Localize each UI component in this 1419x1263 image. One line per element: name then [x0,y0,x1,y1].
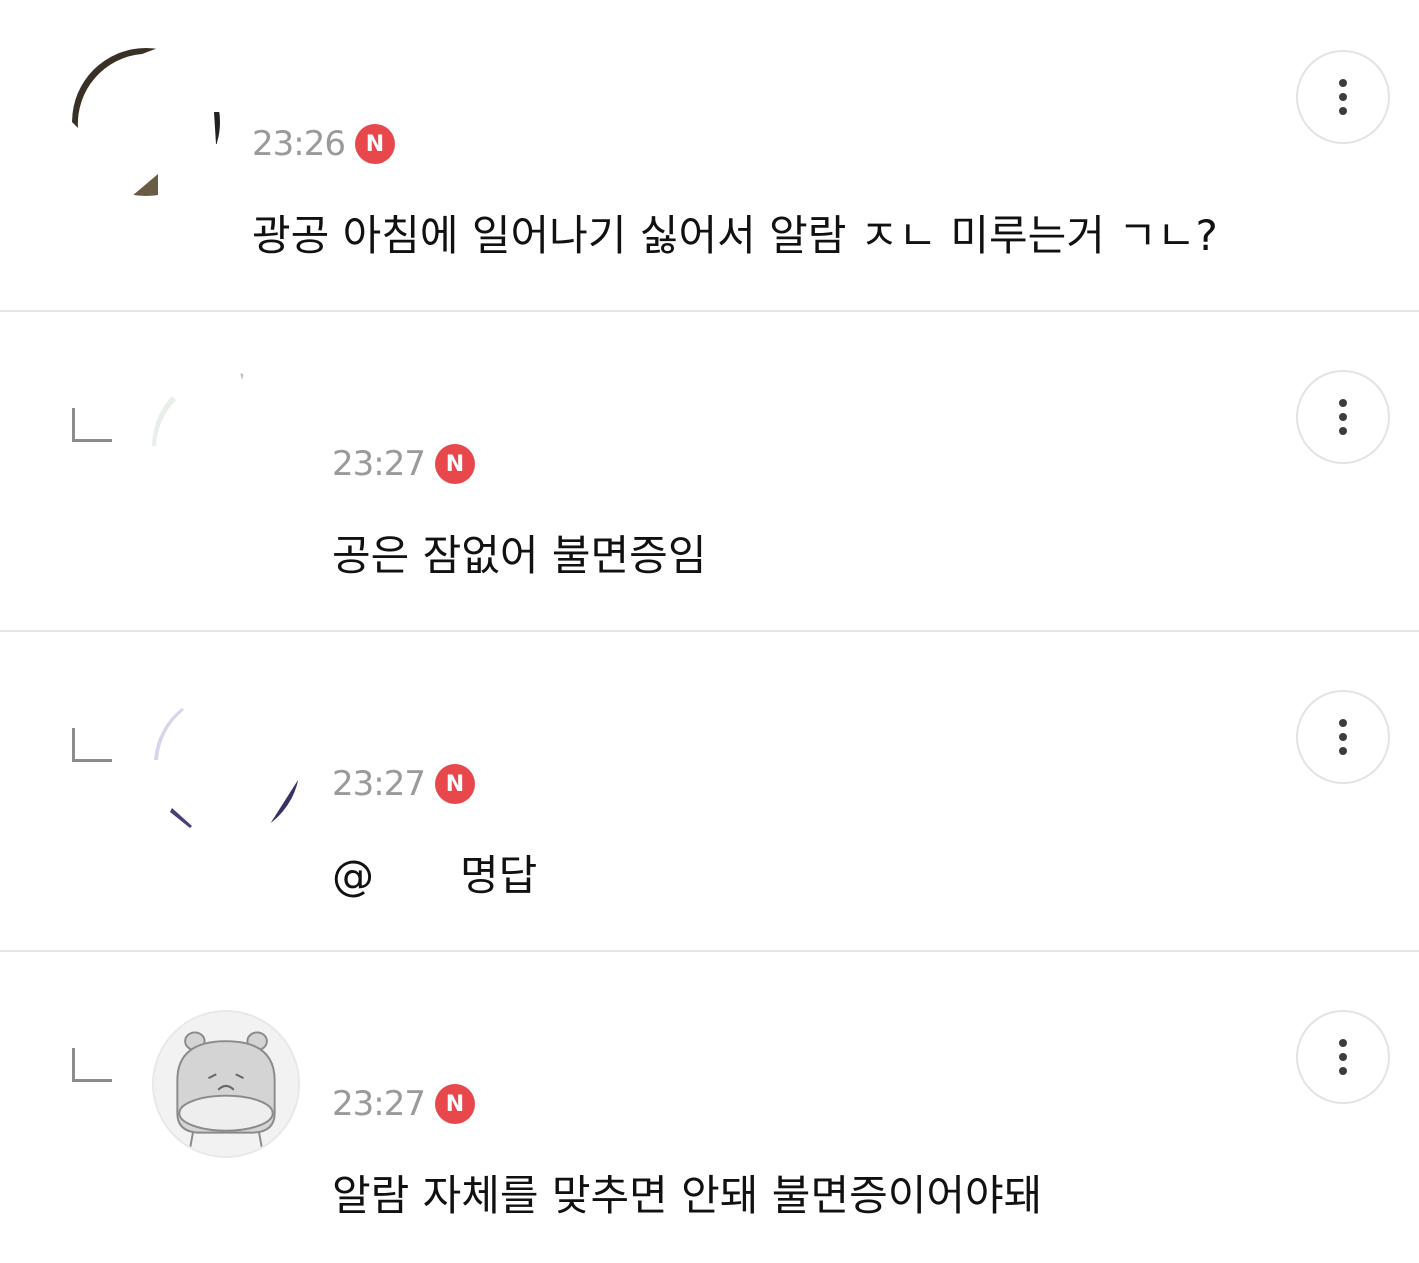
more-vertical-icon-dot [1339,427,1347,435]
comment-meta: 23:27 N [332,1082,475,1126]
reply-arrow-icon [72,728,112,762]
reply-arrow-icon [72,1048,112,1082]
avatar-image [152,372,244,446]
reply-item: 23:27 N 알람 자체를 맞추면 안돼 불면증이어야돼 [0,952,1419,1263]
comment-text: 알람 자체를 맞추면 안돼 불면증이어야돼 [332,1171,1043,1220]
hamster-avatar-icon [154,1012,298,1156]
more-vertical-icon [1339,1039,1347,1047]
avatar[interactable] [152,1010,300,1158]
comment-text: 광공 아침에 일어나기 싫어서 알람 ㅈㄴ 미루는거 ㄱㄴ? [252,211,1218,260]
comment-meta: 23:27 N [332,442,475,486]
more-options-button[interactable] [1296,50,1390,144]
comment-meta: 23:26 N [252,122,395,166]
comment-body: 명답 [460,851,538,900]
more-vertical-icon [1339,719,1347,727]
new-badge-icon: N [354,124,395,164]
avatar-image [154,708,300,828]
comment-time: 23:26 [252,124,346,164]
reply-item: 23:27 N @ 명답 [0,632,1419,952]
new-badge-icon: N [434,764,475,804]
new-badge-icon: N [434,1084,475,1124]
comment-time: 23:27 [332,764,426,804]
comment-text: @ 명답 [332,842,537,903]
more-vertical-icon-dot [1339,1053,1347,1061]
more-vertical-icon-dot [1339,1067,1347,1075]
more-options-button[interactable] [1296,1010,1390,1104]
more-vertical-icon-dot [1339,413,1347,421]
reply-arrow-icon [72,408,112,442]
reply-item: 23:27 N 공은 잠없어 불면증임 [0,312,1419,632]
more-vertical-icon [1339,399,1347,407]
more-vertical-icon-dot [1339,733,1347,741]
avatar-image [72,48,220,196]
avatar[interactable] [152,690,300,838]
more-vertical-icon [1339,79,1347,87]
more-vertical-icon-dot [1339,93,1347,101]
avatar[interactable] [152,372,300,520]
more-vertical-icon-dot [1339,747,1347,755]
more-options-button[interactable] [1296,690,1390,784]
comment-time: 23:27 [332,1084,426,1124]
comment-item: 23:26 N 광공 아침에 일어나기 싫어서 알람 ㅈㄴ 미루는거 ㄱㄴ? [0,0,1419,312]
more-vertical-icon-dot [1339,107,1347,115]
mention[interactable]: @ [332,851,374,900]
comment-time: 23:27 [332,444,426,484]
comment-meta: 23:27 N [332,762,475,806]
avatar[interactable] [72,48,220,196]
more-options-button[interactable] [1296,370,1390,464]
new-badge-icon: N [434,444,475,484]
comment-text: 공은 잠없어 불면증임 [332,531,707,580]
